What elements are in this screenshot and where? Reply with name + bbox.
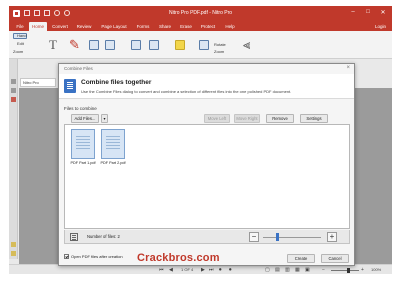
previous-page-icon[interactable]: ◀ bbox=[169, 267, 173, 273]
bookmarks-panel-icon[interactable] bbox=[11, 88, 16, 93]
window-title: Nitro Pro PDF.pdf - Nitro Pro bbox=[168, 10, 233, 16]
header-title: Combine files together bbox=[81, 79, 152, 86]
thumbnail-zoom-out-button[interactable]: − bbox=[249, 232, 259, 242]
next-page-icon[interactable]: ▶ bbox=[201, 267, 205, 273]
pdf-file-icon bbox=[101, 129, 125, 159]
thumbnail-zoom-in-button[interactable]: + bbox=[327, 232, 337, 242]
open-after-creation-checkbox[interactable] bbox=[64, 254, 69, 259]
maximize-button[interactable]: □ bbox=[363, 9, 373, 15]
tab-share[interactable]: Share bbox=[155, 22, 175, 31]
move-right-button[interactable]: Move Right bbox=[234, 114, 260, 123]
first-page-icon[interactable]: ⏮ bbox=[159, 267, 164, 273]
document-tab[interactable]: Nitro Pro bbox=[20, 78, 56, 87]
pen-icon[interactable]: ✎ bbox=[69, 37, 80, 53]
tab-file[interactable]: File bbox=[13, 22, 27, 31]
undo-icon[interactable] bbox=[54, 10, 60, 16]
settings-button[interactable]: Settings bbox=[300, 114, 328, 123]
minimize-button[interactable]: – bbox=[348, 9, 358, 15]
tab-erase[interactable]: Erase bbox=[177, 22, 195, 31]
zoom-level[interactable]: 100% bbox=[371, 267, 381, 272]
highlight-icon[interactable] bbox=[175, 40, 185, 50]
print-icon[interactable] bbox=[34, 10, 40, 16]
zoom-slider-knob[interactable] bbox=[347, 268, 350, 273]
convert-to-word-icon[interactable] bbox=[131, 40, 141, 50]
fit-page-icon[interactable]: ▣ bbox=[305, 267, 310, 273]
pages-panel-icon[interactable] bbox=[11, 79, 16, 84]
file-name: PDF Part 2.pdf bbox=[100, 161, 126, 165]
list-toolbar: Number of files: 2 − + bbox=[64, 230, 350, 244]
combine-icon[interactable] bbox=[105, 40, 115, 50]
convert-to-excel-icon[interactable] bbox=[149, 40, 159, 50]
left-panel bbox=[9, 59, 18, 259]
zoom-button[interactable]: Zoom bbox=[214, 49, 224, 54]
insert-page-icon[interactable]: ⫷ bbox=[243, 37, 250, 53]
fit-width-icon[interactable]: ▦ bbox=[295, 267, 300, 273]
create-pdf-icon[interactable] bbox=[89, 40, 99, 50]
open-icon[interactable] bbox=[44, 10, 50, 16]
thumbnail-size-slider[interactable] bbox=[263, 237, 321, 238]
list-view-icon[interactable] bbox=[70, 233, 78, 241]
tab-forms[interactable]: Forms bbox=[133, 22, 153, 31]
page-indicator[interactable]: 1 OF 4 bbox=[181, 267, 193, 272]
zoom-out-icon[interactable]: − bbox=[322, 267, 325, 273]
dialog-header: Combine files together Use the Combine F… bbox=[59, 74, 354, 99]
close-icon[interactable]: × bbox=[346, 65, 350, 71]
nitro-logo-icon bbox=[13, 10, 20, 17]
dialog-title: Combine Files bbox=[64, 66, 93, 71]
zoom-tool-button[interactable]: Zoom bbox=[13, 49, 23, 54]
last-page-icon[interactable]: ⏭ bbox=[209, 267, 214, 273]
files-to-combine-label: Files to combine bbox=[64, 106, 97, 111]
title-bar: Nitro Pro PDF.pdf - Nitro Pro – □ ✕ bbox=[9, 6, 392, 21]
tab-help[interactable]: Help bbox=[221, 22, 239, 31]
tab-convert[interactable]: Convert bbox=[49, 22, 71, 31]
comments-panel-icon[interactable] bbox=[11, 97, 16, 102]
file-name: PDF Part 1.pdf bbox=[70, 161, 96, 165]
ribbon-tabs: File Home Convert Review Page Layout For… bbox=[9, 21, 392, 31]
tab-protect[interactable]: Protect bbox=[197, 22, 219, 31]
login-link[interactable]: Login bbox=[375, 22, 386, 31]
rotate-button[interactable]: Rotate bbox=[214, 42, 226, 47]
tab-page-layout[interactable]: Page Layout bbox=[97, 22, 131, 31]
ribbon: Hand Edit Zoom T ✎ Rotate Zoom ⫷ bbox=[9, 31, 392, 59]
attachments-panel-icon[interactable] bbox=[11, 242, 16, 247]
stop-icon[interactable]: ⏺ bbox=[229, 267, 232, 273]
single-page-view-icon[interactable]: ▢ bbox=[265, 267, 270, 273]
edit-tool-button[interactable]: Edit bbox=[17, 41, 24, 46]
tab-review[interactable]: Review bbox=[73, 22, 95, 31]
header-description: Use the Combine Files dialog to convert … bbox=[81, 89, 292, 94]
open-after-creation-label: Open PDF files after creation bbox=[71, 254, 123, 259]
type-text-icon[interactable]: T bbox=[49, 37, 57, 53]
tab-home[interactable]: Home bbox=[29, 22, 47, 31]
combine-files-dialog: Combine Files × Combine files together U… bbox=[58, 63, 355, 266]
hand-label: Hand bbox=[17, 33, 27, 38]
redo-icon[interactable] bbox=[64, 10, 70, 16]
app-window: Nitro Pro PDF.pdf - Nitro Pro – □ ✕ File… bbox=[9, 6, 392, 274]
zoom-in-icon[interactable]: + bbox=[361, 267, 364, 273]
remove-button[interactable]: Remove bbox=[266, 114, 294, 123]
add-files-button[interactable]: Add Files... bbox=[71, 114, 99, 123]
cancel-button[interactable]: Cancel bbox=[321, 254, 349, 263]
combine-files-icon bbox=[64, 79, 76, 93]
file-item[interactable]: PDF Part 2.pdf bbox=[100, 129, 126, 165]
page-icon[interactable] bbox=[199, 40, 209, 50]
continuous-view-icon[interactable]: ▤ bbox=[275, 267, 280, 273]
thumbnail-slider-knob[interactable] bbox=[276, 233, 279, 241]
pdf-file-icon bbox=[71, 129, 95, 159]
watermark-text: Crackbros.com bbox=[137, 252, 220, 264]
create-button[interactable]: Create bbox=[287, 254, 315, 263]
files-list[interactable]: PDF Part 1.pdf PDF Part 2.pdf bbox=[64, 124, 350, 229]
facing-view-icon[interactable]: ▥ bbox=[285, 267, 290, 273]
zoom-slider[interactable] bbox=[331, 270, 359, 271]
signatures-panel-icon[interactable] bbox=[11, 251, 16, 256]
move-left-button[interactable]: Move Left bbox=[204, 114, 230, 123]
file-count-label: Number of files: 2 bbox=[87, 234, 120, 239]
add-files-dropdown[interactable]: ▾ bbox=[101, 114, 108, 123]
close-button[interactable]: ✕ bbox=[378, 9, 388, 16]
save-icon[interactable] bbox=[24, 10, 30, 16]
file-item[interactable]: PDF Part 1.pdf bbox=[70, 129, 96, 165]
play-icon[interactable]: ⏺ bbox=[219, 267, 222, 273]
